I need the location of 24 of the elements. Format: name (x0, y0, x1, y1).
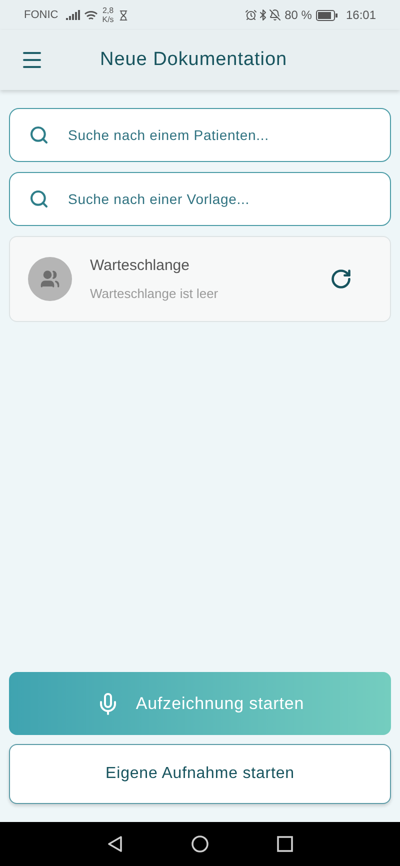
queue-title: Warteschlange (90, 256, 190, 276)
page-title: Neue Dokumentation (100, 48, 288, 72)
search-field[interactable]: Suche nach einem Patienten... (9, 108, 391, 162)
carrier-name: FONIC (24, 8, 58, 23)
clock-time: 16:01 (346, 7, 376, 24)
speed-value: 2,8 (102, 6, 114, 15)
hourglass-icon (118, 10, 129, 20)
speed-unit: K/s (102, 15, 114, 24)
wifi-icon (84, 10, 98, 20)
battery-percent: 80 % (284, 7, 312, 24)
battery-icon (316, 10, 338, 20)
back-icon[interactable] (107, 835, 123, 853)
recents-icon[interactable] (277, 836, 293, 852)
home-icon[interactable] (191, 835, 209, 853)
search-icon (29, 125, 49, 145)
alarm-icon (244, 9, 257, 21)
signal-icon (66, 10, 80, 20)
muted-bell-icon (268, 9, 281, 21)
own-recording-button[interactable]: Eigene Aufnahme starten (9, 744, 391, 804)
queue-status: Warteschlange ist leer (90, 284, 220, 303)
search-field[interactable]: Suche nach einer Vorlage... (9, 172, 391, 226)
group-icon (40, 269, 60, 289)
refresh-button[interactable] (330, 268, 352, 290)
search-icon (29, 189, 49, 209)
